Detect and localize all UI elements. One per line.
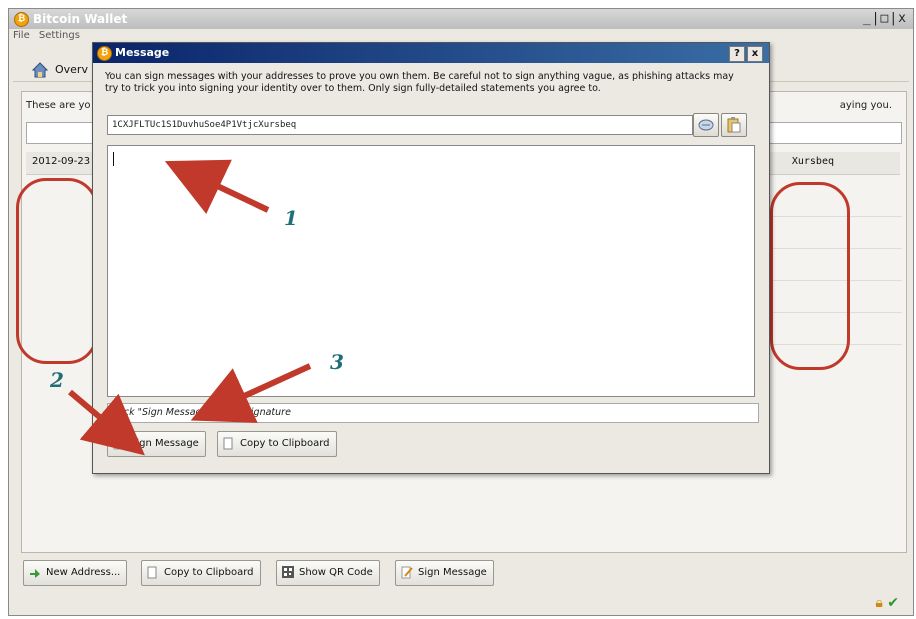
annotation-number-3: 3 [330,350,344,374]
annotation-number-1: 1 [284,206,298,230]
annotation-number-2: 2 [50,368,64,392]
arrow-3 [190,363,312,423]
annotation-arrows [68,159,312,456]
arrow-1 [164,159,270,214]
arrow-2 [68,389,145,456]
